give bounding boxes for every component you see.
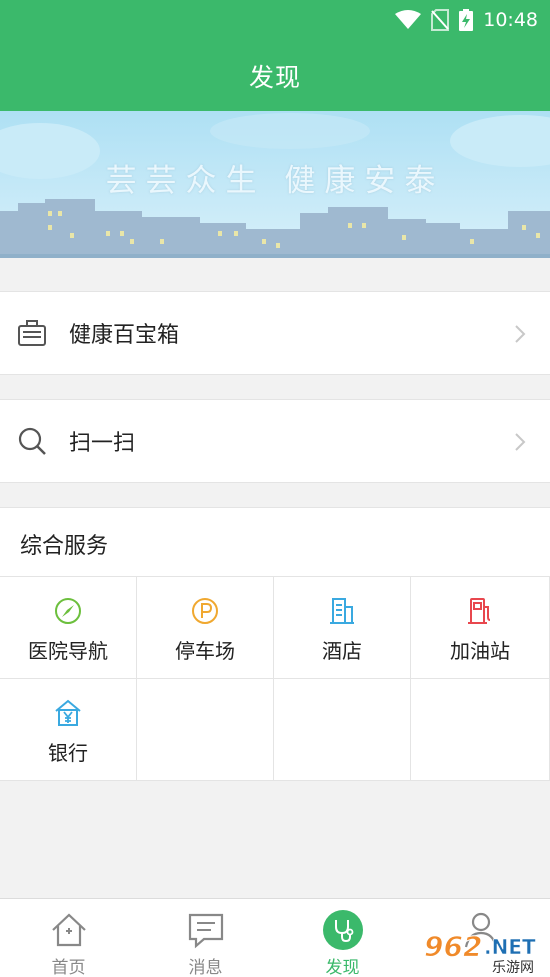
tab-label: 发现 [325,958,360,977]
tab-messages[interactable]: 消息 [137,899,274,977]
svg-text:乐游网: 乐游网 [492,960,534,974]
banner-slogan: 芸芸众生 健康安泰 [105,163,445,199]
message-icon [186,910,226,950]
wifi-icon [395,10,422,30]
parking-icon [189,595,221,627]
compass-icon [52,595,84,627]
section-title: 综合服务 [20,534,109,559]
app-header: 10:48 发现 [0,0,550,111]
service-label: 停车场 [175,639,235,663]
briefcase-icon [17,318,47,348]
fuel-pump-icon [464,595,496,627]
chevron-right-icon [514,432,526,456]
service-hotel[interactable]: 酒店 [274,577,411,679]
service-parking[interactable]: 停车场 [137,577,274,679]
menu-label: 健康百宝箱 [69,323,180,348]
service-empty-slot [274,679,411,781]
tab-discover[interactable]: 发现 [274,899,411,977]
service-empty-slot [137,679,274,781]
tab-home[interactable]: 首页 [0,899,137,977]
search-icon [17,426,47,456]
service-label: 酒店 [322,639,362,663]
chevron-right-icon [514,324,526,348]
building-icon [326,595,358,627]
status-bar: 10:48 [395,6,538,34]
watermark-logo: 962 .NET 乐游网 [416,926,544,977]
menu-label: 扫一扫 [69,431,136,456]
services-section-header: 综合服务 [0,507,550,576]
menu-row-health-toolbox[interactable]: 健康百宝箱 [0,291,550,375]
service-label: 医院导航 [28,639,108,663]
service-bank[interactable]: 银行 [0,679,137,781]
home-icon [49,910,89,950]
bank-icon [52,697,84,729]
page-title: 发现 [248,63,301,92]
tab-label: 首页 [51,958,86,977]
tab-label: 消息 [188,958,223,977]
banner: 芸芸众生 健康安泰 [0,111,550,258]
no-sim-icon [431,9,450,31]
service-empty-slot [411,679,550,781]
services-grid: 医院导航 停车场 酒店 加油站 银行 [0,576,550,781]
stethoscope-icon [322,910,363,950]
service-gas-station[interactable]: 加油站 [411,577,550,679]
service-hospital-navigation[interactable]: 医院导航 [0,577,137,679]
service-label: 银行 [48,741,88,765]
status-time: 10:48 [483,9,538,31]
svg-text:962: 962 [424,930,482,963]
service-label: 加油站 [450,639,510,663]
menu-row-scan[interactable]: 扫一扫 [0,399,550,483]
battery-charging-icon [459,9,474,31]
svg-text:.NET: .NET [484,935,536,959]
